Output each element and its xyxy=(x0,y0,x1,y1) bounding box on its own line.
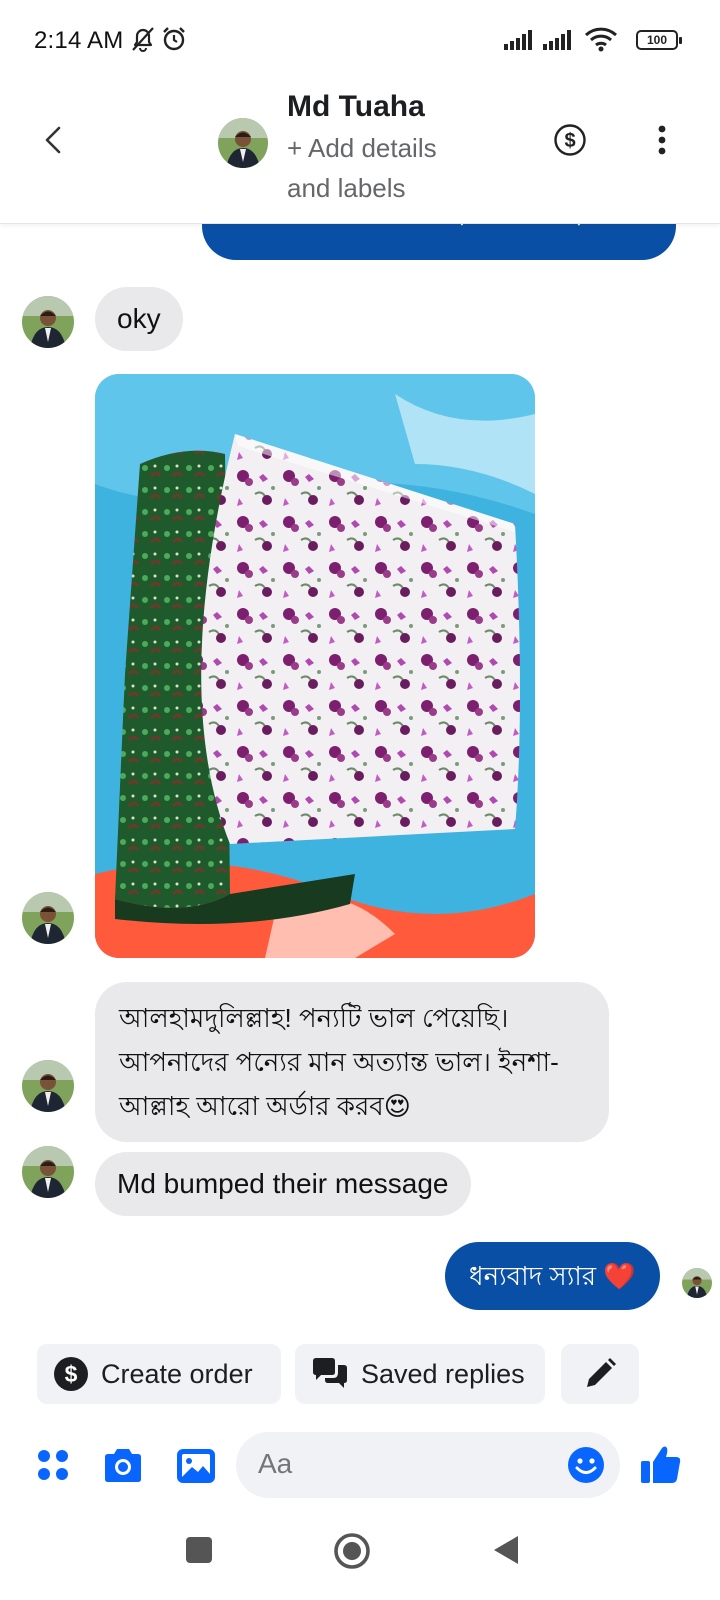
sender-avatar[interactable] xyxy=(22,1146,74,1198)
status-bar: 2:14 AM 100 xyxy=(0,0,720,82)
add-details-link[interactable]: + Add details and labels xyxy=(287,128,487,208)
saved-replies-button[interactable]: Saved replies xyxy=(295,1344,545,1404)
dollar-circle-icon: $ xyxy=(54,1357,88,1391)
payment-icon[interactable]: $ xyxy=(553,123,587,157)
message-outgoing[interactable]: আগামীকাল পাবেন ইনশাআল্লাহ স্যার xyxy=(202,224,676,260)
message-composer xyxy=(0,1430,720,1500)
message-incoming[interactable]: oky xyxy=(95,287,183,351)
battery-indicator: 100 xyxy=(636,30,682,50)
back-icon[interactable] xyxy=(36,122,72,158)
chat-bubbles-icon xyxy=(313,1358,347,1388)
notifications-off-icon xyxy=(132,27,154,52)
pencil-icon xyxy=(587,1358,616,1387)
alarm-icon xyxy=(163,27,185,51)
system-navigation-bar xyxy=(0,1520,720,1600)
wifi-icon xyxy=(584,27,618,52)
thumbs-up-icon[interactable] xyxy=(638,1442,684,1488)
message-list[interactable]: আগামীকাল পাবেন ইনশাআল্লাহ স্যার oky xyxy=(0,224,720,1314)
bump-notice: Md bumped their message xyxy=(95,1152,471,1216)
quick-actions-bar: $ Create order Saved replies xyxy=(0,1344,720,1404)
home-icon[interactable] xyxy=(333,1532,371,1570)
create-order-label: Create order xyxy=(101,1358,253,1389)
message-photo[interactable] xyxy=(95,374,535,958)
create-order-button[interactable]: $ Create order xyxy=(37,1344,281,1404)
contact-avatar[interactable] xyxy=(218,118,268,168)
status-time: 2:14 AM xyxy=(34,27,124,54)
emoji-icon[interactable] xyxy=(566,1445,606,1485)
more-options-icon[interactable] xyxy=(652,122,672,158)
camera-icon[interactable] xyxy=(101,1444,145,1488)
read-receipt-avatar xyxy=(682,1268,712,1298)
sender-avatar[interactable] xyxy=(22,296,74,348)
contact-name[interactable]: Md Tuaha xyxy=(287,90,425,124)
message-input-container[interactable] xyxy=(236,1432,620,1498)
sender-avatar[interactable] xyxy=(22,1060,74,1112)
svg-text:$: $ xyxy=(564,130,575,152)
apps-menu-icon[interactable] xyxy=(32,1444,76,1488)
back-nav-icon[interactable] xyxy=(492,1534,520,1566)
signal-1-icon xyxy=(504,30,532,50)
sender-avatar[interactable] xyxy=(22,892,74,944)
svg-text:$: $ xyxy=(65,1361,78,1387)
recents-icon[interactable] xyxy=(185,1536,213,1564)
message-outgoing[interactable]: ধন্যবাদ স্যার ❤️ xyxy=(445,1242,660,1310)
signal-2-icon xyxy=(543,30,571,50)
message-incoming[interactable]: আলহামদুলিল্লাহ! পন্যটি ভাল পেয়েছি। আপনা… xyxy=(95,982,609,1142)
conversation-header: Md Tuaha + Add details and labels $ xyxy=(0,82,720,224)
saved-replies-label: Saved replies xyxy=(361,1358,525,1389)
edit-button[interactable] xyxy=(561,1344,639,1404)
message-input[interactable] xyxy=(258,1448,548,1480)
gallery-icon[interactable] xyxy=(174,1444,218,1488)
